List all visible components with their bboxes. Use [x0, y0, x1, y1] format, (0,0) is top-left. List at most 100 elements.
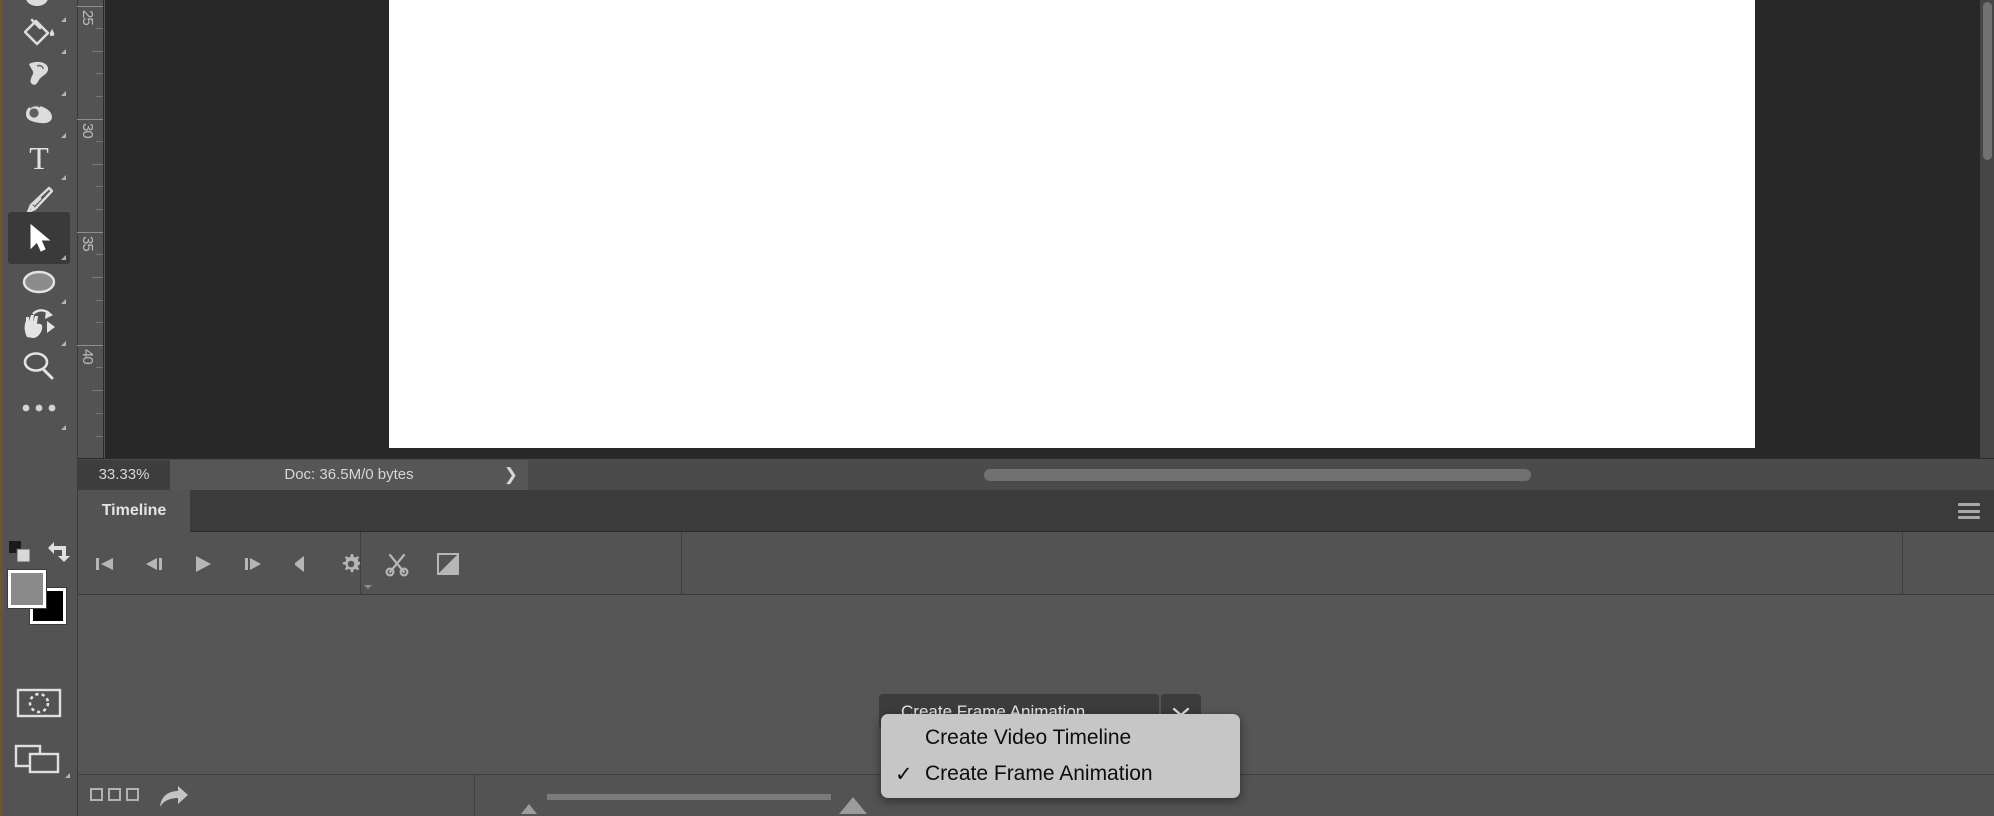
canvas-horizontal-scrollbar[interactable] — [548, 462, 1978, 486]
step-forward-icon — [245, 558, 261, 570]
small-mountain-icon — [521, 804, 537, 814]
speaker-icon — [295, 556, 304, 572]
step-back-icon — [146, 558, 162, 570]
frame-square — [90, 788, 103, 801]
controls-divider-far-right — [1902, 532, 1903, 595]
path-selection-arrow-icon — [30, 223, 51, 252]
menu-item-label: Create Video Timeline — [925, 726, 1132, 749]
swap-colors-button[interactable] — [44, 538, 72, 564]
ruler-minor-tick — [96, 436, 103, 437]
ruler-minor-tick — [96, 413, 103, 414]
vertical-ruler[interactable]: 25 30 35 40 — [77, 0, 104, 458]
ruler-minor-tick — [96, 300, 103, 301]
bottom-divider — [474, 775, 475, 816]
ruler-major-tick — [77, 6, 103, 7]
zoom-level-field[interactable]: 33.33% — [78, 459, 170, 490]
menu-item-label: Create Frame Animation — [925, 762, 1153, 785]
document-canvas[interactable] — [389, 0, 1755, 448]
transition-icon — [437, 553, 459, 575]
controls-divider — [360, 532, 361, 595]
timeline-controls-row — [78, 532, 1994, 595]
smudge-icon — [29, 61, 49, 85]
hand-rotate-icon — [24, 309, 55, 338]
audio-button[interactable] — [281, 547, 321, 581]
transition-button[interactable] — [428, 547, 468, 581]
ruler-minor-tick — [96, 73, 103, 74]
quick-mask-icon — [16, 688, 62, 718]
checkmark-icon: ✓ — [895, 762, 913, 786]
scissors-icon — [385, 553, 409, 577]
convert-to-video-timeline-button[interactable] — [156, 784, 190, 815]
ruler-minor-tick — [96, 96, 103, 97]
menu-item-create-video-timeline[interactable]: Create Video Timeline — [881, 720, 1240, 756]
canvas-vertical-scrollbar[interactable] — [1980, 0, 1994, 458]
ruler-minor-tick — [96, 254, 103, 255]
ruler-minor-tick — [96, 367, 103, 368]
ruler-minor-tick — [96, 186, 103, 187]
go-to-first-frame-button[interactable] — [85, 547, 125, 581]
ruler-major-tick — [77, 345, 103, 346]
document-info-field[interactable]: Doc: 36.5M/0 bytes ❯ — [170, 459, 528, 490]
frame-square — [126, 788, 139, 801]
ruler-label-30: 30 — [79, 123, 96, 138]
canvas-work-area[interactable] — [105, 0, 1994, 458]
quick-mask-button[interactable] — [16, 686, 62, 720]
tool-corner-indicator — [61, 425, 66, 430]
chevron-down-icon — [364, 585, 372, 589]
frame-square — [108, 788, 121, 801]
ruler-major-tick — [77, 119, 103, 120]
ruler-digit: 25 — [79, 10, 96, 25]
ruler-mid-tick — [92, 51, 103, 52]
ruler-minor-tick — [96, 141, 103, 142]
tab-timeline[interactable]: Timeline — [78, 490, 190, 532]
dodge-burn-icon — [26, 104, 52, 124]
menu-bar-line — [1958, 509, 1980, 513]
ruler-digit: 35 — [79, 236, 96, 251]
frame-view-icon[interactable] — [90, 788, 139, 801]
svg-text:T: T — [29, 141, 49, 175]
ruler-minor-tick — [96, 209, 103, 210]
timeline-settings-button[interactable] — [331, 547, 372, 589]
zoom-slider-track[interactable] — [547, 794, 831, 800]
controls-divider-right — [681, 532, 682, 595]
menu-bar-line — [1958, 516, 1980, 519]
screen-mode-button[interactable] — [14, 742, 70, 780]
play-icon — [196, 556, 211, 572]
status-bar: 33.33% Doc: 36.5M/0 bytes ❯ — [78, 458, 1994, 490]
more-tools-button[interactable] — [8, 382, 70, 434]
foreground-color-swatch[interactable] — [7, 569, 47, 609]
magnifier-icon — [23, 352, 54, 380]
horizontal-scrollbar-thumb[interactable] — [984, 469, 1531, 481]
split-at-playhead-button[interactable] — [377, 547, 417, 581]
status-expand-icon[interactable]: ❯ — [504, 465, 518, 485]
ellipse-icon — [22, 270, 56, 294]
tools-panel: T — [0, 0, 78, 816]
skip-to-start-icon — [96, 558, 113, 570]
photoshop-window: T 25 30 35 40 33.33% Doc: 36.5M/0 bytes … — [0, 0, 1994, 816]
menu-item-create-frame-animation[interactable]: ✓ Create Frame Animation — [881, 756, 1240, 792]
convert-arrow-icon — [160, 786, 188, 807]
timeline-panel-menu-icon[interactable] — [1958, 503, 1980, 519]
default-colors-icon — [9, 541, 31, 563]
ruler-digit: 30 — [79, 123, 96, 138]
ruler-minor-tick — [96, 322, 103, 323]
ruler-digit: 40 — [79, 349, 96, 364]
next-frame-button[interactable] — [233, 547, 273, 581]
ellipsis-icon — [22, 404, 56, 412]
ruler-mid-tick — [92, 164, 103, 165]
ruler-label-35: 35 — [79, 236, 96, 251]
default-colors-button[interactable] — [8, 540, 38, 566]
document-info-text: Doc: 36.5M/0 bytes — [284, 466, 414, 483]
play-button[interactable] — [183, 547, 223, 581]
large-mountain-icon — [839, 797, 867, 814]
screen-mode-icon — [14, 744, 60, 774]
ruler-mid-tick — [92, 277, 103, 278]
tool-corner-indicator — [65, 773, 70, 778]
type-icon: T — [29, 141, 49, 175]
create-animation-dropdown-menu[interactable]: Create Video Timeline ✓ Create Frame Ani… — [881, 714, 1240, 798]
ruler-minor-tick — [96, 28, 103, 29]
toolbar-accent-strip — [0, 0, 3, 816]
ruler-label-25: 25 — [79, 10, 96, 25]
vertical-scrollbar-thumb[interactable] — [1983, 2, 1992, 160]
previous-frame-button[interactable] — [134, 547, 174, 581]
